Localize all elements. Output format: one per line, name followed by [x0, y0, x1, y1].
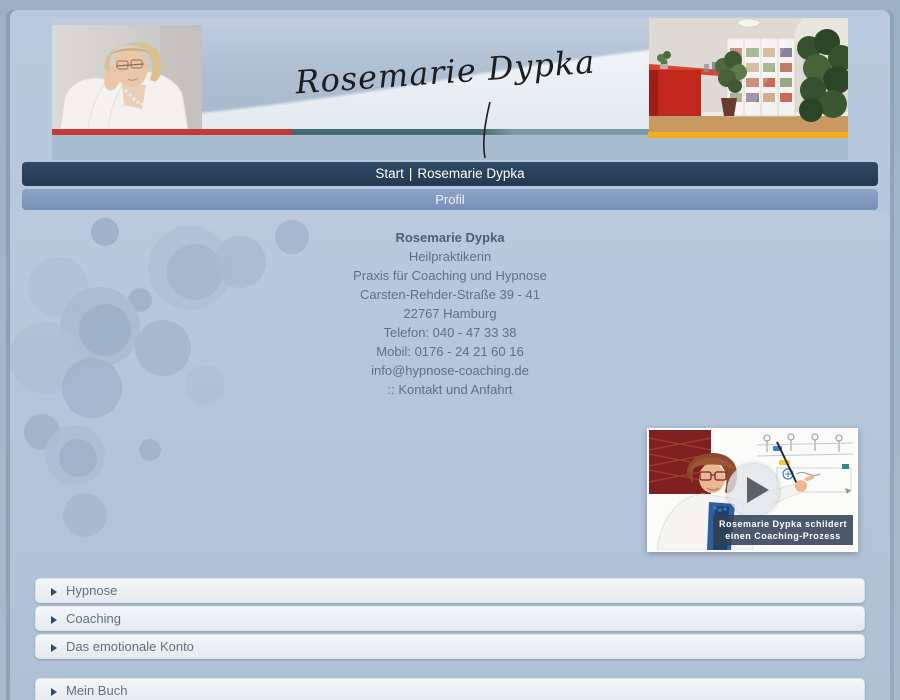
- contact-email-link[interactable]: info@hypnose-coaching.de: [150, 361, 750, 380]
- header-stripe-teal: [292, 129, 649, 135]
- header-stripe-red: [52, 129, 292, 135]
- nav-current-page: Rosemarie Dypka: [417, 166, 524, 181]
- accordion-item-das-emotionale-konto[interactable]: Das emotionale Konto: [35, 634, 865, 659]
- play-button[interactable]: [727, 464, 779, 516]
- accordion-label: Hypnose: [66, 583, 117, 598]
- accordion-item-coaching[interactable]: Coaching: [35, 606, 865, 631]
- nav-separator: |: [404, 166, 418, 181]
- video-thumbnail[interactable]: Rosemarie Dypka schildert einen Coaching…: [647, 428, 858, 552]
- video-caption-line1: Rosemarie Dypka schildert: [713, 518, 853, 530]
- page: { "nav": { "start": "Start", "separator"…: [0, 0, 900, 700]
- contact-name: Rosemarie Dypka: [150, 228, 750, 247]
- accordion-label: Mein Buch: [66, 683, 127, 698]
- content-area: Rosemarie Dypka Heilpraktikerin Praxis f…: [10, 212, 890, 700]
- contact-line-mobile: Mobil: 0176 - 24 21 60 16: [150, 342, 750, 361]
- header-banner: Rosemarie Dypka: [52, 18, 848, 160]
- arrow-right-icon: [51, 688, 57, 696]
- accordion-label: Coaching: [66, 611, 121, 626]
- office-photo: [649, 18, 848, 133]
- arrow-right-icon: [51, 588, 57, 596]
- video-caption: Rosemarie Dypka schildert einen Coaching…: [713, 515, 853, 545]
- contact-line-city: 22767 Hamburg: [150, 304, 750, 323]
- arrow-right-icon: [51, 616, 57, 624]
- accordion-item-hypnose[interactable]: Hypnose: [35, 578, 865, 603]
- contact-block: Rosemarie Dypka Heilpraktikerin Praxis f…: [150, 228, 750, 399]
- arrow-right-icon: [51, 644, 57, 652]
- play-icon: [747, 477, 769, 503]
- contact-line-street: Carsten-Rehder-Straße 39 - 41: [150, 285, 750, 304]
- portrait-photo: [52, 25, 202, 129]
- contact-line-profession: Heilpraktikerin: [150, 247, 750, 266]
- contact-line-phone: Telefon: 040 - 47 33 38: [150, 323, 750, 342]
- kontakt-anfahrt-link[interactable]: :: Kontakt und Anfahrt: [150, 380, 750, 399]
- contact-line-practice: Praxis für Coaching und Hypnose: [150, 266, 750, 285]
- header-stripe-gold: [648, 132, 848, 138]
- video-caption-line2: einen Coaching-Prozess: [713, 530, 853, 542]
- main-nav: Start|Rosemarie Dypka: [22, 162, 878, 186]
- accordion-item-mein-buch[interactable]: Mein Buch: [35, 678, 865, 700]
- subnav-profil[interactable]: Profil: [22, 189, 878, 210]
- main-container: Rosemarie Dypka Start|Rosemarie Dypka Pr…: [10, 10, 890, 700]
- nav-start-link[interactable]: Start: [375, 166, 404, 181]
- accordion-label: Das emotionale Konto: [66, 639, 194, 654]
